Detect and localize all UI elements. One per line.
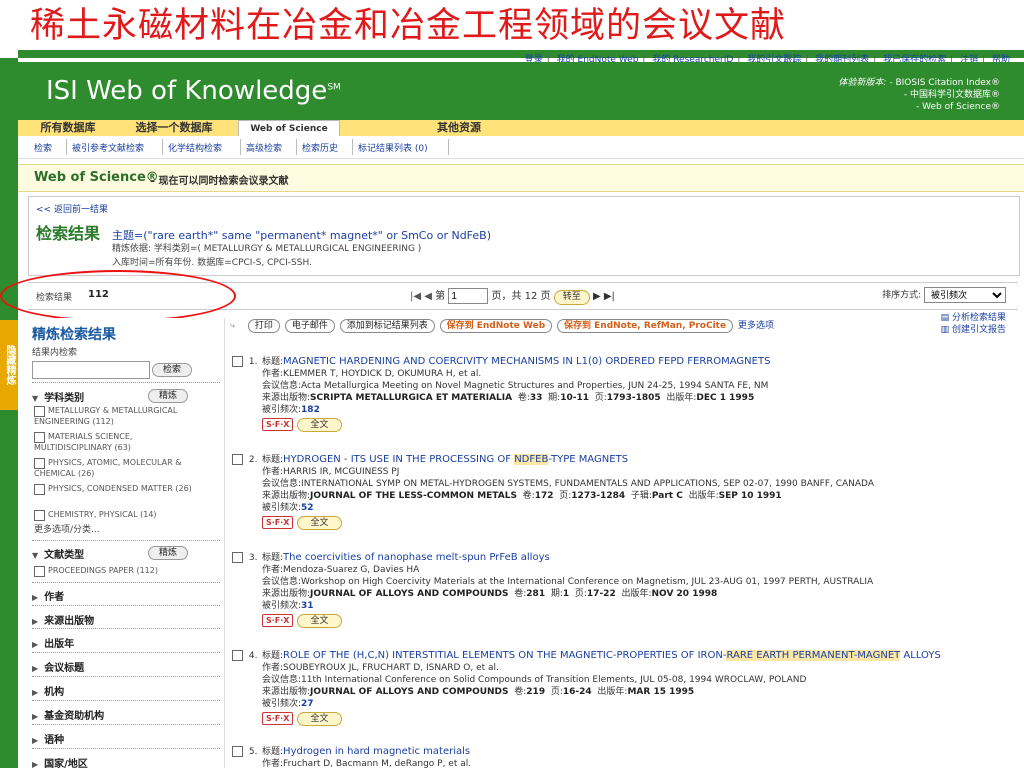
record-title-link[interactable]: ROLE OF THE (H,C,N) INTERSTITIAL ELEMENT… [283,650,941,661]
subject-option[interactable]: PHYSICS, CONDENSED MATTER (26) [34,484,194,495]
sfx-button[interactable]: S·F·X [262,418,294,431]
record-checkbox[interactable] [232,552,243,563]
slide-title: 稀土永磁材料在冶金和冶金工程领域的会议文献 [30,6,787,46]
hide-refine-tab[interactable]: 隐藏精炼 [0,320,18,410]
add-to-marked-button[interactable]: 添加到标记结果列表 [339,319,435,333]
record-checkbox[interactable] [232,746,243,757]
record-title-link[interactable]: MAGNETIC HARDENING AND COERCIVITY MECHAN… [283,356,770,367]
record-checkbox[interactable] [232,454,243,465]
print-button[interactable]: 打印 [247,319,280,333]
tab-web-of-science[interactable]: Web of Science [238,120,340,137]
analyze-results-link[interactable]: 分析检索结果 [952,313,1006,323]
record-title-link[interactable]: Hydrogen in hard magnetic materials [283,746,470,757]
doctype-option[interactable]: PROCEEDINGS PAPER (112) [34,566,194,577]
tab-select-database[interactable]: 选择一个数据库 [114,120,234,136]
times-cited-link[interactable]: 52 [301,503,314,513]
save-endnote-button[interactable]: 保存到 EndNote, RefMan, ProCite [557,319,734,333]
more-options-link[interactable]: 更多选项/分类... [34,522,100,535]
refine-text: 精炼依据: 学科类别=( METALLURGY & METALLURGICAL … [112,244,422,254]
cscd-link[interactable]: - 中国科学引文数据库® [904,90,1000,100]
sfx-button[interactable]: S·F·X [262,712,294,725]
facet-funding[interactable]: ▶ 基金资助机构 [32,707,104,722]
tab-all-databases[interactable]: 所有数据库 [28,120,108,136]
full-text-button[interactable]: 全文 [297,516,342,530]
annotation-ellipse [0,270,236,322]
subject-option[interactable]: METALLURGY & METALLURGICAL ENGINEERING (… [34,406,194,427]
subject-option[interactable]: MATERIALS SCIENCE, MULTIDISCIPLINARY (63… [34,432,194,453]
facet-doctype[interactable]: ▼ 文献类型 [32,546,84,561]
search-within-button[interactable]: 检索 [152,363,193,377]
next-last-page-icon[interactable]: ▶ ▶| [593,291,615,302]
facet-subject[interactable]: ▼ 学科类别 [32,389,84,404]
subnav-structure-search[interactable]: 化学结构检索 [168,141,222,154]
record-checkbox[interactable] [232,356,243,367]
times-cited-link[interactable]: 182 [301,405,320,415]
facet-organization[interactable]: ▶ 机构 [32,683,64,698]
isi-logo[interactable]: ISI Web of KnowledgeSM [46,76,341,106]
page-number-input[interactable] [448,288,489,304]
facet-conference[interactable]: ▶ 会议标题 [32,659,84,674]
pager: |◀ ◀ 第 页，共 12 页 转至 ▶ ▶| [410,287,615,305]
back-to-previous-link[interactable]: << 返回前一结果 [36,202,108,215]
analysis-links: ▤ 分析检索结果 ▥ 创建引文报告 [941,312,1006,336]
results-toolbar: ⤷ 打印 电子邮件 添加到标记结果列表 保存到 EndNote Web 保存到 … [230,318,774,333]
citation-report-link[interactable]: 创建引文报告 [952,325,1006,335]
subnav-cited-ref-search[interactable]: 被引参考文献检索 [72,141,144,154]
select-arrow-icon: ⤷ [230,321,236,331]
go-button[interactable]: 转至 [553,290,590,305]
wos-subtitle: – 现在可以同时检索会议录文献 [150,176,289,187]
subnav-search-history[interactable]: 检索历史 [302,141,338,154]
full-text-button[interactable]: 全文 [297,418,342,432]
wos-new-link[interactable]: - Web of Science® [916,102,1000,112]
facet-source[interactable]: ▶ 来源出版物 [32,612,94,627]
full-text-button[interactable]: 全文 [297,712,342,726]
subject-option[interactable]: CHEMISTRY, PHYSICAL (14) [34,510,194,521]
facet-year[interactable]: ▶ 出版年 [32,635,74,650]
tab-other-resources[interactable]: 其他资源 [396,120,522,136]
full-text-button[interactable]: 全文 [297,614,342,628]
subject-option[interactable]: PHYSICS, ATOMIC, MOLECULAR & CHEMICAL (2… [34,458,194,479]
subnav-marked-list[interactable]: 标记结果列表 (0) [358,141,428,154]
sort-control: 排序方式: 被引频次 [882,287,1006,303]
times-cited-link[interactable]: 31 [301,601,314,611]
refine-heading: 精炼检索结果 [32,327,116,343]
sort-select[interactable]: 被引频次 [924,287,1006,303]
new-edition-links: 体验新版本: - BIOSIS Citation Index® - 中国科学引文… [838,78,1000,112]
facet-language[interactable]: ▶ 语种 [32,731,64,746]
record-title-link[interactable]: HYDROGEN - ITS USE IN THE PROCESSING OF … [283,454,628,465]
more-options-toolbar-link[interactable]: 更多选项 [738,321,774,331]
email-button[interactable]: 电子邮件 [284,319,335,333]
refine-subject-button[interactable]: 精炼 [148,389,189,403]
record-checkbox[interactable] [232,650,243,661]
subnav-search[interactable]: 检索 [34,141,52,154]
citation-report-icon: ▥ [940,325,950,335]
timespan-text: 入库时间=所有年份. 数据库=CPCI-S, CPCI-SSH. [112,258,312,268]
first-prev-page-icon[interactable]: |◀ ◀ [410,291,432,302]
record-title-link[interactable]: The coercivities of nanophase melt-spun … [283,552,550,563]
analyze-icon: ▤ [940,313,950,323]
sfx-button[interactable]: S·F·X [262,516,294,529]
refine-doctype-button[interactable]: 精炼 [148,546,189,560]
left-green-bar [0,58,18,768]
wos-title: Web of Science® [34,170,159,185]
subnav-advanced-search[interactable]: 高级检索 [246,141,282,154]
results-heading: 检索结果 [36,224,101,243]
sfx-button[interactable]: S·F·X [262,614,294,627]
search-within-input[interactable] [32,361,150,379]
facet-author[interactable]: ▶ 作者 [32,588,64,603]
save-endnote-web-button[interactable]: 保存到 EndNote Web [439,319,553,333]
search-within-label: 结果内检索 [32,348,78,358]
biosis-link[interactable]: BIOSIS Citation Index® [895,78,1000,88]
times-cited-link[interactable]: 27 [301,699,314,709]
